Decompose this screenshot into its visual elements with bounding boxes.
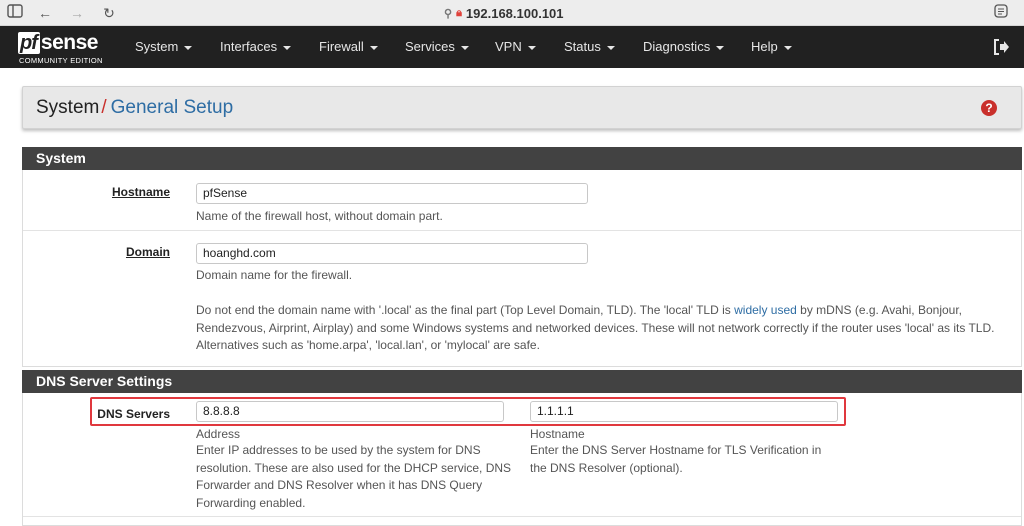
caret-down-icon — [184, 45, 193, 50]
page-header: System / General Setup ? — [22, 86, 1022, 129]
caret-down-icon — [283, 45, 292, 50]
domain-row: Domain hoanghd.com Domain name for the f… — [23, 231, 1021, 367]
logo-pf-text: pf — [18, 32, 40, 54]
pfsense-logo[interactable]: pf sense COMMUNITY EDITION — [18, 30, 114, 66]
insecure-lock-icon: 🔒︎ — [456, 6, 462, 19]
nav-firewall[interactable]: Firewall — [319, 26, 378, 68]
nav-vpn[interactable]: VPN — [495, 26, 536, 68]
nav-status[interactable]: Status — [564, 26, 615, 68]
breadcrumb-separator: / — [101, 97, 107, 118]
top-navbar: pf sense COMMUNITY EDITION System Interfa… — [0, 26, 1024, 68]
sidebar-toggle-icon[interactable] — [6, 4, 24, 22]
forward-arrow-icon[interactable]: → — [68, 4, 86, 22]
dns-hostname-sublabel: Hostname — [530, 427, 585, 441]
hostname-help: Name of the firewall host, without domai… — [196, 209, 443, 223]
caret-down-icon — [783, 45, 792, 50]
dns-address-sublabel: Address — [196, 427, 241, 441]
nav-services[interactable]: Services — [405, 26, 469, 68]
system-panel: Hostname pfSense Name of the firewall ho… — [22, 170, 1022, 367]
domain-note: Do not end the domain name with '.local'… — [196, 303, 995, 352]
dns-address-help: Enter IP addresses to be used by the sys… — [196, 443, 512, 510]
browser-toolbar: ← → ↻ ⚲ 🔒︎ 192.168.100.101 — [0, 0, 1024, 26]
address-bar[interactable]: ⚲ 🔒︎ 192.168.100.101 — [444, 4, 564, 22]
annotation-highlight-box — [90, 397, 846, 426]
domain-input[interactable]: hoanghd.com — [196, 243, 588, 264]
breadcrumb-system[interactable]: System — [36, 97, 99, 118]
address-text: 192.168.100.101 — [465, 5, 564, 21]
logo-edition: COMMUNITY EDITION — [19, 56, 103, 65]
breadcrumb: System / General Setup — [36, 97, 233, 119]
nav-system[interactable]: System — [135, 26, 193, 68]
caret-down-icon — [716, 45, 725, 50]
hostname-label: Hostname — [111, 185, 170, 199]
nav-diagnostics[interactable]: Diagnostics — [643, 26, 725, 68]
caret-down-icon — [369, 45, 378, 50]
domain-label: Domain — [125, 245, 170, 259]
domain-help: Domain name for the firewall. — [196, 268, 353, 282]
help-icon[interactable]: ? — [981, 100, 997, 116]
nav-interfaces[interactable]: Interfaces — [220, 26, 292, 68]
hostname-row: Hostname pfSense Name of the firewall ho… — [23, 170, 1021, 231]
dns-panel-heading: DNS Server Settings — [22, 370, 1022, 393]
reader-mode-icon[interactable] — [992, 4, 1010, 22]
logout-icon[interactable] — [992, 38, 1010, 56]
breadcrumb-general-setup[interactable]: General Setup — [111, 97, 234, 118]
widely-used-link[interactable]: widely used — [734, 303, 797, 317]
site-settings-icon[interactable]: ⚲ — [444, 7, 452, 20]
hostname-input[interactable]: pfSense — [196, 183, 588, 204]
back-arrow-icon[interactable]: ← — [36, 4, 54, 22]
caret-down-icon — [606, 45, 615, 50]
caret-down-icon — [460, 45, 469, 50]
nav-help[interactable]: Help — [751, 26, 792, 68]
logo-sense-text: sense — [40, 31, 99, 54]
caret-down-icon — [527, 45, 536, 50]
reload-icon[interactable]: ↻ — [100, 4, 118, 22]
system-panel-heading: System — [22, 147, 1022, 170]
dns-hostname-help: Enter the DNS Server Hostname for TLS Ve… — [530, 443, 822, 475]
